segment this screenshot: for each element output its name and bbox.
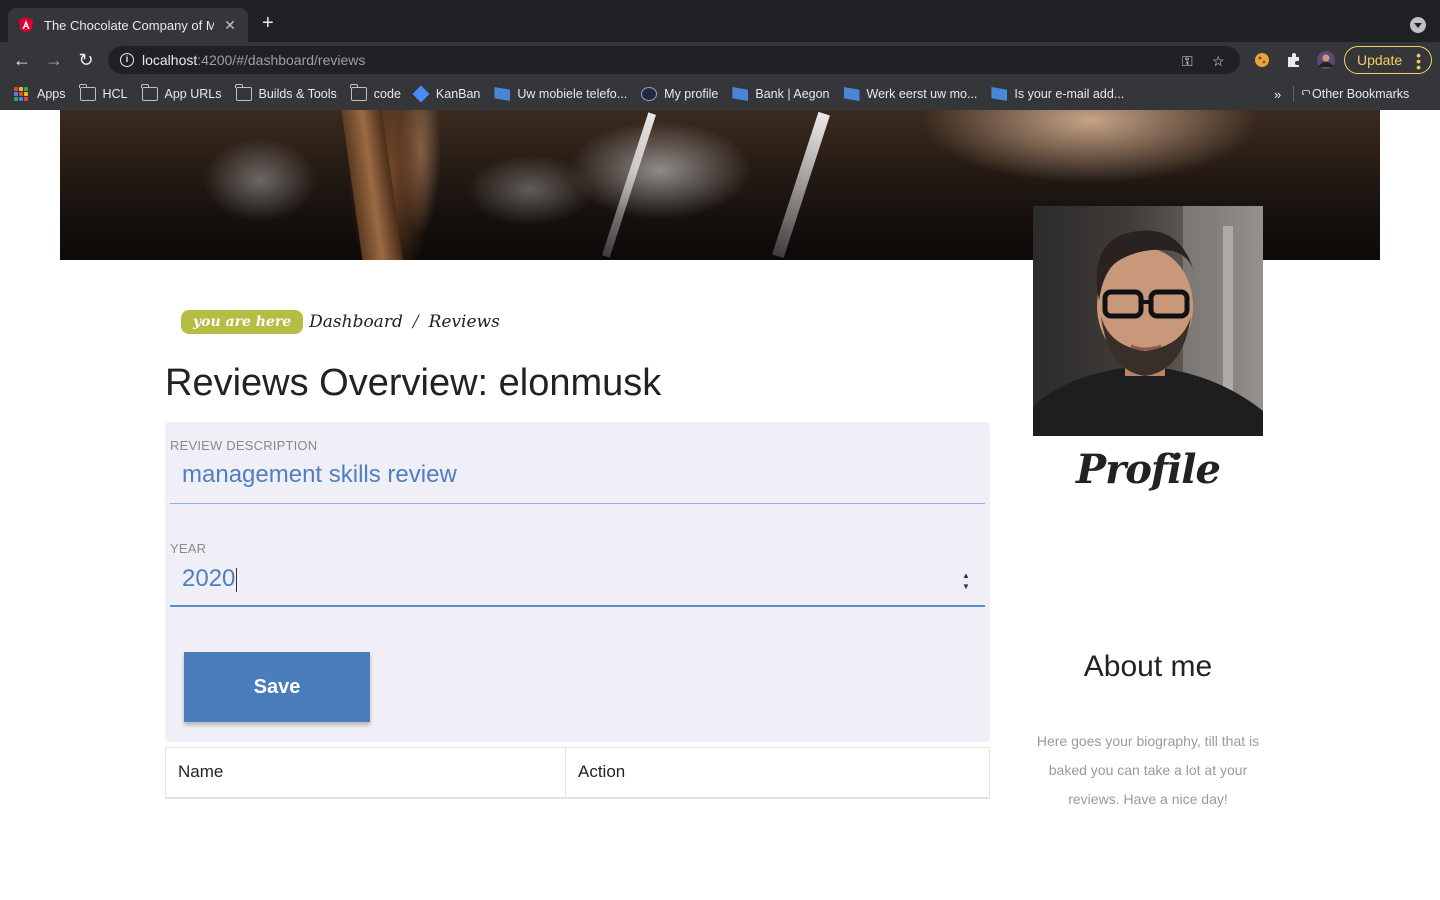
folder-icon <box>79 84 96 101</box>
bookmark-label: HCL <box>102 87 128 101</box>
bookmark-label: Bank | Aegon <box>755 87 830 101</box>
bookmark-folder-hcl[interactable]: HCL <box>79 84 128 101</box>
back-arrow-icon[interactable]: ← <box>10 48 34 72</box>
review-form: REVIEW DESCRIPTION YEAR 2020 ▲▼ Save <box>165 422 990 742</box>
browser-tab-bar: The Chocolate Company of Ma ✕ + <box>0 0 1440 42</box>
profile-icon <box>641 87 658 101</box>
update-button[interactable]: Update • • • <box>1344 46 1432 74</box>
update-label: Update <box>1357 52 1403 68</box>
bookmark-label: Werk eerst uw mo... <box>866 87 978 101</box>
bookmark-folder-builds-tools[interactable]: Builds & Tools <box>235 84 337 101</box>
folder-icon <box>235 84 252 101</box>
bookmark-apps[interactable]: Apps <box>14 87 66 101</box>
more-bookmarks-chevron-icon[interactable]: » <box>1274 87 1281 102</box>
column-header-name: Name <box>165 747 566 799</box>
bookmark-uw-mobiele[interactable]: Uw mobiele telefo... <box>494 87 627 101</box>
extension-cookie-icon[interactable] <box>1253 51 1271 69</box>
tab-search-icon[interactable] <box>1410 17 1426 33</box>
user-avatar-icon[interactable] <box>1317 51 1335 69</box>
bookmark-label: Is your e-mail add... <box>1014 87 1125 101</box>
menu-dots-icon[interactable]: • • • <box>1416 48 1421 74</box>
banner-water-stream <box>772 111 830 259</box>
other-bookmarks[interactable]: Other Bookmarks <box>1301 87 1410 101</box>
tab-title: The Chocolate Company of Ma <box>44 17 214 33</box>
text-caret <box>236 567 238 592</box>
bank-flag-icon <box>843 87 860 101</box>
bookmark-label: KanBan <box>435 87 481 101</box>
extensions-puzzle-icon[interactable] <box>1285 51 1303 69</box>
bookmark-folder-code[interactable]: code <box>350 84 401 101</box>
year-label: YEAR <box>170 541 207 556</box>
bookmark-is-your-email[interactable]: Is your e-mail add... <box>991 87 1124 101</box>
angular-icon <box>19 17 33 33</box>
url-path: :4200/#/dashboard/reviews <box>197 52 366 68</box>
bank-flag-icon <box>732 87 749 101</box>
reviews-table: Name Action <box>165 747 990 799</box>
bookmark-folder-app-urls[interactable]: App URLs <box>141 84 222 101</box>
profile-heading: Profile <box>1076 446 1221 493</box>
review-description-input[interactable] <box>170 455 985 495</box>
bookmarks-divider <box>1293 86 1294 102</box>
about-me-heading: About me <box>1083 650 1213 683</box>
bookmark-label: My profile <box>664 87 719 101</box>
apps-icon <box>14 87 30 101</box>
bookmark-kanban[interactable]: KanBan <box>412 85 481 103</box>
site-info-icon[interactable]: i <box>120 53 134 67</box>
table-header-row: Name Action <box>165 747 990 799</box>
breadcrumb-item-dashboard[interactable]: Dashboard <box>309 312 403 332</box>
year-underline <box>170 605 985 607</box>
folder-icon <box>141 84 158 101</box>
breadcrumb-separator: / <box>412 312 419 332</box>
new-tab-button[interactable]: + <box>262 13 274 33</box>
other-bookmarks-label: Other Bookmarks <box>1312 87 1410 101</box>
close-tab-icon[interactable]: ✕ <box>222 17 238 34</box>
review-description-label: REVIEW DESCRIPTION <box>170 438 318 453</box>
folder-icon <box>350 84 367 101</box>
page-title: Reviews Overview: elonmusk <box>165 362 662 404</box>
bookmarks-bar: Apps HCL App URLs Builds & Tools code Ka… <box>0 78 1440 110</box>
year-value: 2020 <box>182 565 236 592</box>
bookmark-label: code <box>373 87 401 101</box>
review-description-underline <box>170 503 985 504</box>
profile-photo <box>1033 206 1263 436</box>
bookmark-label: App URLs <box>164 87 222 101</box>
bookmark-label: Builds & Tools <box>258 87 337 101</box>
bookmark-label: Uw mobiele telefo... <box>517 87 628 101</box>
url-host: localhost <box>142 52 198 68</box>
bookmark-werk-eerst[interactable]: Werk eerst uw mo... <box>843 87 978 101</box>
year-input[interactable]: 2020 <box>170 559 985 599</box>
bookmark-label: Apps <box>37 87 66 101</box>
bookmark-bank-aegon[interactable]: Bank | Aegon <box>732 87 830 101</box>
bank-flag-icon <box>494 87 511 101</box>
banner-wooden-stick <box>336 110 404 260</box>
breadcrumb-item-reviews: Reviews <box>428 312 500 332</box>
column-header-action: Action <box>565 747 990 799</box>
reload-icon[interactable]: ↻ <box>74 48 98 72</box>
you-are-here-badge: you are here <box>181 310 304 334</box>
browser-toolbar: ← → ↻ i localhost:4200/#/dashboard/revie… <box>0 42 1440 78</box>
bookmark-my-profile[interactable]: My profile <box>641 87 718 101</box>
forward-arrow-icon[interactable]: → <box>42 48 66 72</box>
browser-tab[interactable]: The Chocolate Company of Ma ✕ <box>8 8 248 42</box>
about-me-text: Here goes your biography, till that is b… <box>1036 733 1260 807</box>
key-icon[interactable]: ⚿ <box>1182 53 1193 70</box>
save-button[interactable]: Save <box>184 652 370 722</box>
folder-icon <box>1301 90 1310 95</box>
breadcrumb: you are here Dashboard / Reviews <box>181 310 500 334</box>
bank-flag-icon <box>991 87 1008 101</box>
star-icon[interactable]: ☆ <box>1212 53 1225 70</box>
year-stepper-icon[interactable]: ▲ ▼ <box>960 570 972 594</box>
jira-icon <box>412 85 430 103</box>
profile-avatar-illustration <box>1033 206 1263 436</box>
address-bar[interactable]: i localhost:4200/#/dashboard/reviews ⚿ ☆ <box>108 46 1240 74</box>
banner-water-stream <box>602 112 656 258</box>
